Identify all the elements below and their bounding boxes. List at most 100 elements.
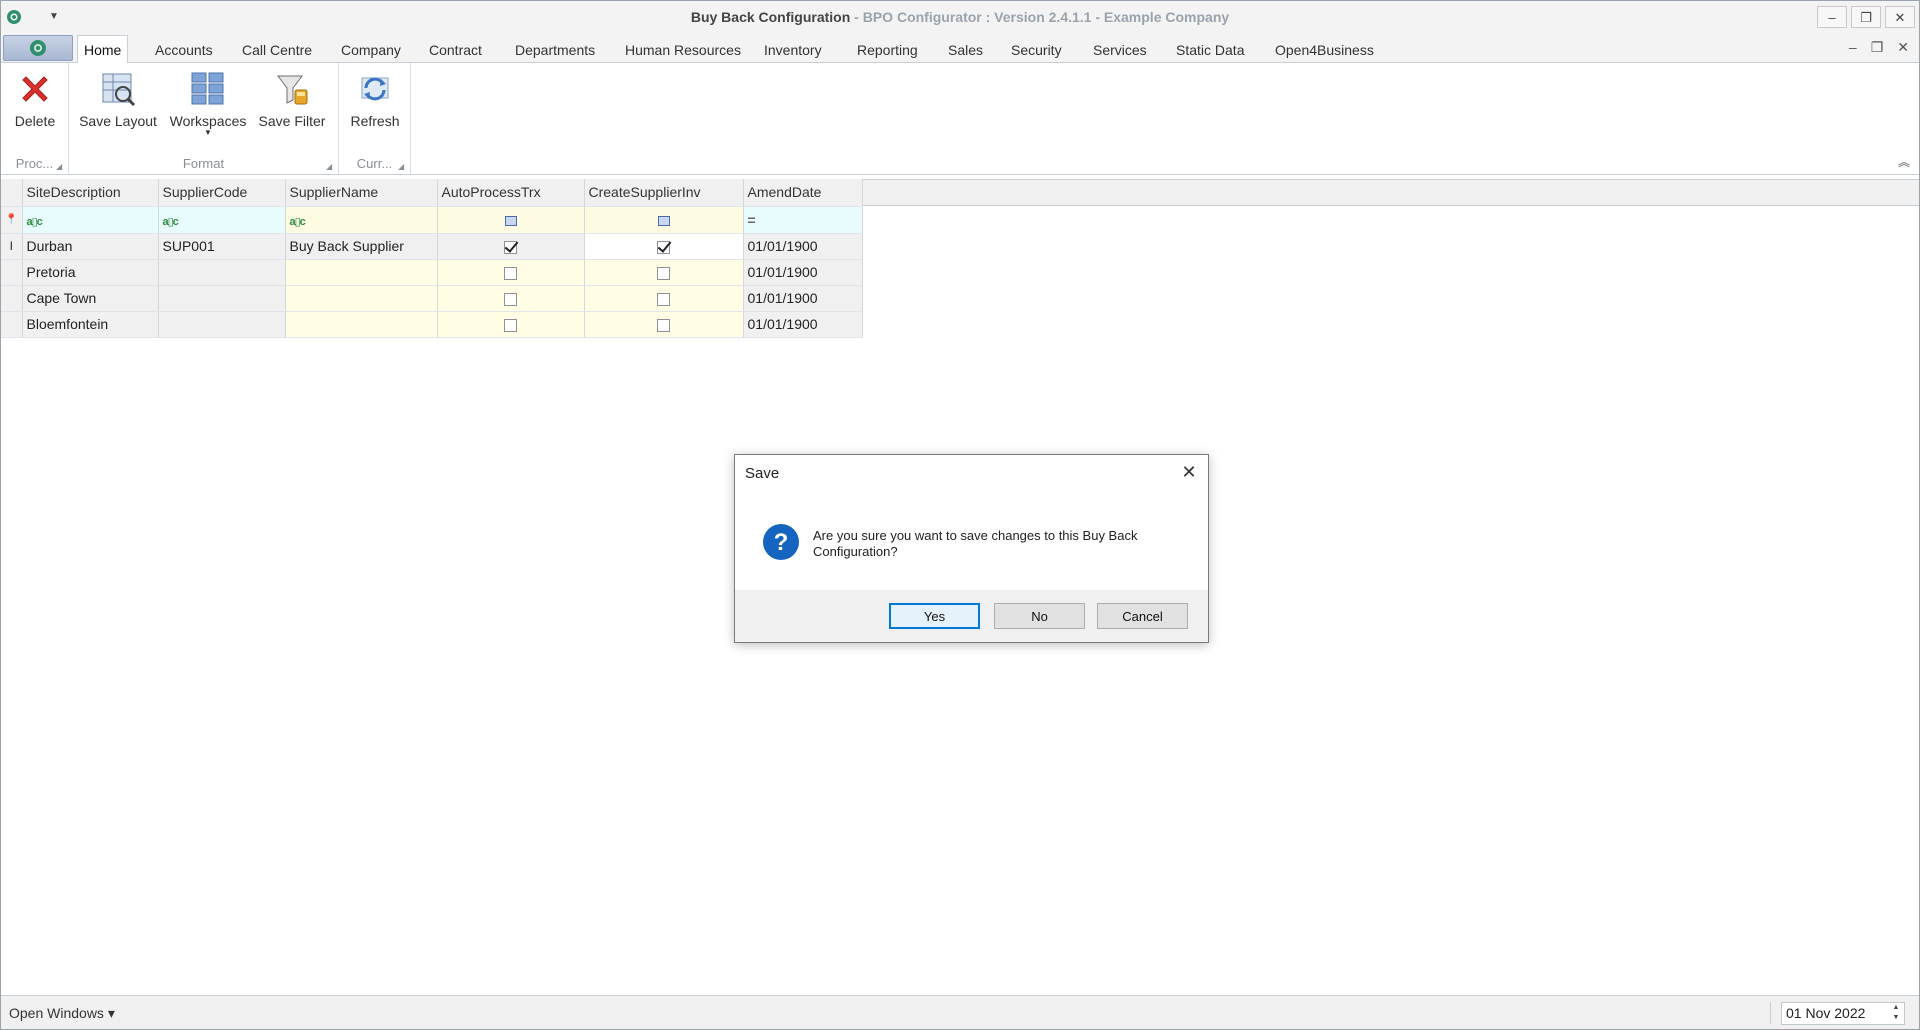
cell-auto[interactable] (437, 259, 585, 286)
column-header[interactable]: AmendDate (743, 179, 863, 207)
tab-security[interactable]: Security (1005, 39, 1068, 63)
date-value: 01 Nov 2022 (1786, 1005, 1866, 1021)
cell-auto[interactable] (437, 285, 585, 312)
cancel-button[interactable]: Cancel (1097, 603, 1188, 629)
cell-code[interactable] (158, 285, 286, 312)
tab-departments[interactable]: Departments (509, 39, 601, 63)
tab-inventory[interactable]: Inventory (758, 39, 828, 63)
cell-code[interactable] (158, 311, 286, 338)
cell-name[interactable] (285, 311, 438, 338)
equals-filter-icon: = (747, 211, 756, 228)
tab-services[interactable]: Services (1087, 39, 1153, 63)
tab-home[interactable]: Home (77, 35, 129, 64)
dialog-message: Are you sure you want to save changes to… (813, 528, 1138, 559)
filter-cell-create[interactable] (584, 206, 744, 234)
filter-cell-site[interactable]: a▯c (22, 206, 159, 234)
status-separator (1770, 1002, 1771, 1024)
filter-cell-date[interactable]: = (743, 206, 863, 234)
spinner-arrows-icon[interactable]: ▲ ▼ (1890, 1003, 1902, 1024)
cell-site[interactable]: Pretoria (22, 259, 159, 286)
tab-call-centre[interactable]: Call Centre (236, 39, 318, 63)
filter-pin-icon: 📍 (1, 206, 23, 234)
cell-code[interactable]: SUP001 (158, 233, 286, 260)
create-supplier-inv-checkbox[interactable] (657, 292, 670, 306)
cell-create[interactable] (584, 285, 744, 312)
filter-cell-code[interactable]: a▯c (158, 206, 286, 234)
column-header[interactable]: SupplierName (285, 179, 438, 207)
cell-auto[interactable] (437, 311, 585, 338)
row-cursor-icon: I (1, 233, 23, 260)
cell-date[interactable]: 01/01/1900 (743, 259, 863, 286)
status-bar: Open Windows ▾ 01 Nov 2022 ▲ ▼ (1, 995, 1919, 1029)
group-launcher-icon[interactable]: ◢ (326, 163, 334, 171)
group-launcher-icon[interactable]: ◢ (398, 163, 406, 171)
row-indicator-header (1, 179, 23, 207)
dialog-close-icon[interactable]: ✕ (1180, 463, 1198, 481)
create-supplier-inv-checkbox[interactable] (657, 266, 670, 280)
save-filter-button[interactable]: Save Filter (255, 67, 329, 139)
mdi-restore-button[interactable]: ❐ (1871, 39, 1884, 56)
cell-name[interactable] (285, 259, 438, 286)
table-row[interactable]: Bloemfontein 01/01/1900 (1, 311, 863, 338)
filter-cell-auto[interactable] (437, 206, 585, 234)
table-row[interactable]: I Durban SUP001 Buy Back Supplier 01/01/… (1, 233, 863, 260)
yes-button[interactable]: Yes (889, 603, 980, 629)
no-button[interactable]: No (994, 603, 1085, 629)
cell-create[interactable] (584, 233, 744, 260)
delete-label: Delete (14, 113, 56, 129)
tab-static-data[interactable]: Static Data (1170, 39, 1250, 63)
ribbon-collapse-icon[interactable]: ︽ (1895, 153, 1913, 169)
cell-code[interactable] (158, 259, 286, 286)
auto-process-checkbox[interactable] (504, 292, 517, 306)
table-row[interactable]: Cape Town 01/01/1900 (1, 285, 863, 312)
cell-site[interactable]: Bloemfontein (22, 311, 159, 338)
restore-button[interactable]: ❐ (1851, 6, 1881, 28)
column-header[interactable]: CreateSupplierInv (584, 179, 744, 207)
table-row[interactable]: Pretoria 01/01/1900 (1, 259, 863, 286)
save-layout-button[interactable]: Save Layout (77, 67, 159, 139)
mdi-close-button[interactable]: ✕ (1897, 39, 1909, 56)
workspaces-button[interactable]: Workspaces ▼ (170, 67, 246, 139)
create-supplier-inv-checkbox[interactable] (657, 318, 670, 332)
create-supplier-inv-checkbox[interactable] (657, 240, 670, 254)
title-bar: ▼ Buy Back Configuration - BPO Configura… (1, 1, 1919, 35)
refresh-icon (353, 67, 397, 111)
column-header[interactable]: SiteDescription (22, 179, 159, 207)
cell-date[interactable]: 01/01/1900 (743, 285, 863, 312)
tab-sales[interactable]: Sales (942, 39, 989, 63)
delete-button[interactable]: Delete (7, 67, 63, 139)
refresh-button[interactable]: Refresh (345, 67, 405, 139)
auto-process-checkbox[interactable] (504, 266, 517, 280)
tab-accounts[interactable]: Accounts (149, 39, 219, 63)
app-window: ▼ Buy Back Configuration - BPO Configura… (0, 0, 1920, 1030)
minimize-button[interactable]: – (1817, 6, 1847, 28)
tab-human-resources[interactable]: Human Resources (619, 39, 747, 63)
cell-name[interactable]: Buy Back Supplier (285, 233, 438, 260)
cell-site[interactable]: Durban (22, 233, 159, 260)
cell-auto[interactable] (437, 233, 585, 260)
save-filter-funnel-icon (270, 67, 314, 111)
grid-header-row: SiteDescription SupplierCode SupplierNam… (1, 179, 863, 207)
app-menu-button[interactable] (3, 35, 73, 61)
cell-date[interactable]: 01/01/1900 (743, 311, 863, 338)
open-windows-dropdown[interactable]: Open Windows ▾ (9, 1005, 115, 1022)
cell-date[interactable]: 01/01/1900 (743, 233, 863, 260)
column-header[interactable]: AutoProcessTrx (437, 179, 585, 207)
auto-process-checkbox[interactable] (504, 240, 517, 254)
column-header[interactable]: SupplierCode (158, 179, 286, 207)
group-launcher-icon[interactable]: ◢ (56, 163, 64, 171)
auto-process-checkbox[interactable] (504, 318, 517, 332)
tab-company[interactable]: Company (335, 39, 407, 63)
workspaces-grid-icon (186, 67, 230, 111)
cell-name[interactable] (285, 285, 438, 312)
cell-site[interactable]: Cape Town (22, 285, 159, 312)
date-spinner[interactable]: 01 Nov 2022 ▲ ▼ (1781, 1002, 1905, 1025)
tab-reporting[interactable]: Reporting (851, 39, 924, 63)
tab-open4business[interactable]: Open4Business (1269, 39, 1380, 63)
cell-create[interactable] (584, 259, 744, 286)
tab-contract[interactable]: Contract (423, 39, 488, 63)
mdi-minimize-button[interactable]: – (1849, 39, 1857, 56)
close-button[interactable]: ✕ (1885, 6, 1915, 28)
filter-cell-name[interactable]: a▯c (285, 206, 438, 234)
cell-create[interactable] (584, 311, 744, 338)
